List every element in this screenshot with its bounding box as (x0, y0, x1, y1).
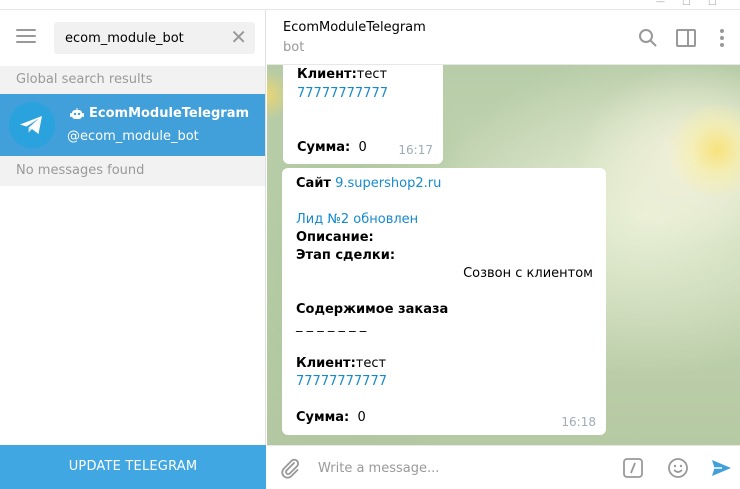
no-messages-label: No messages found (0, 156, 265, 186)
order-label: Содержимое заказа (296, 302, 449, 317)
sum-line: Сумма: 0 (297, 140, 367, 155)
client-label: Клиент: (296, 356, 356, 371)
menu-icon[interactable] (16, 29, 36, 45)
background-flower-decoration (662, 105, 740, 195)
window-titlebar: — □ □ (0, 0, 740, 10)
client-value: тест (356, 67, 388, 82)
client-label: Клиент: (297, 67, 357, 82)
result-name-label: EcomModuleTelegram (89, 106, 250, 121)
maximize-icon[interactable]: □ (682, 0, 691, 7)
chat-subtitle: bot (283, 40, 305, 55)
search-row: ✕ (0, 10, 265, 66)
stage-value: Созвон с клиентом (463, 266, 593, 281)
close-window-icon[interactable]: □ (708, 0, 717, 7)
sum-value: 0 (357, 410, 366, 425)
minimize-icon[interactable]: — (656, 0, 665, 7)
chat-title[interactable]: EcomModuleTelegram (283, 20, 426, 35)
message-bubble: Сайт 9.supershop2.ru Лид №2 обновлен Опи… (282, 168, 606, 435)
site-label: Сайт (296, 176, 331, 191)
search-result-bot[interactable]: EcomModuleTelegram @ecom_module_bot (0, 94, 265, 156)
message-bubble: Клиент:тест 77777777777 Сумма: 0 16:17 (283, 65, 443, 164)
phone-link[interactable]: 77777777777 (296, 374, 387, 389)
sum-label: Сумма: (297, 140, 351, 155)
chat-header: EcomModuleTelegram bot (267, 10, 740, 65)
attach-icon[interactable] (279, 457, 301, 479)
send-icon[interactable] (710, 457, 732, 479)
message-time: 16:18 (561, 415, 596, 429)
sum-line: Сумма: 0 (296, 410, 366, 425)
sidebar-toggle-icon[interactable] (675, 27, 697, 49)
search-icon[interactable] (637, 27, 659, 49)
sum-value: 0 (358, 140, 367, 155)
stage-label: Этап сделки: (296, 248, 396, 263)
search-input[interactable] (54, 22, 224, 54)
clear-search-icon[interactable]: ✕ (230, 27, 247, 47)
emoji-icon[interactable] (667, 457, 689, 479)
chat-messages-area: Клиент:тест 77777777777 Сумма: 0 16:17 С… (267, 65, 740, 445)
result-name: EcomModuleTelegram (70, 106, 249, 121)
message-input[interactable] (318, 456, 608, 480)
telegram-avatar-icon (9, 102, 55, 148)
message-time: 16:17 (398, 143, 433, 157)
order-dashes: _ _ _ _ _ _ _ (296, 318, 367, 333)
description-label: Описание: (296, 230, 374, 245)
message-composer (267, 445, 740, 489)
lead-link[interactable]: Лид №2 обновлен (296, 212, 418, 227)
bot-commands-icon[interactable] (622, 457, 644, 479)
chat-panel: EcomModuleTelegram bot Клиент:тест 77777… (267, 10, 740, 489)
global-search-results-header: Global search results (0, 66, 265, 94)
client-value: тест (355, 356, 387, 371)
sidebar: ✕ Global search results EcomModuleTelegr… (0, 10, 266, 489)
update-telegram-button[interactable]: UPDATE TELEGRAM (0, 445, 266, 489)
bot-icon (70, 107, 84, 119)
site-line: Сайт 9.supershop2.ru (296, 176, 441, 191)
search-box: ✕ (54, 22, 255, 54)
client-line: Клиент:тест (297, 67, 387, 82)
sum-label: Сумма: (296, 410, 350, 425)
more-options-icon[interactable] (711, 27, 733, 49)
phone-link[interactable]: 77777777777 (297, 86, 388, 101)
result-handle: @ecom_module_bot (67, 129, 199, 144)
client-line: Клиент:тест (296, 356, 386, 371)
site-link[interactable]: 9.supershop2.ru (335, 176, 441, 191)
